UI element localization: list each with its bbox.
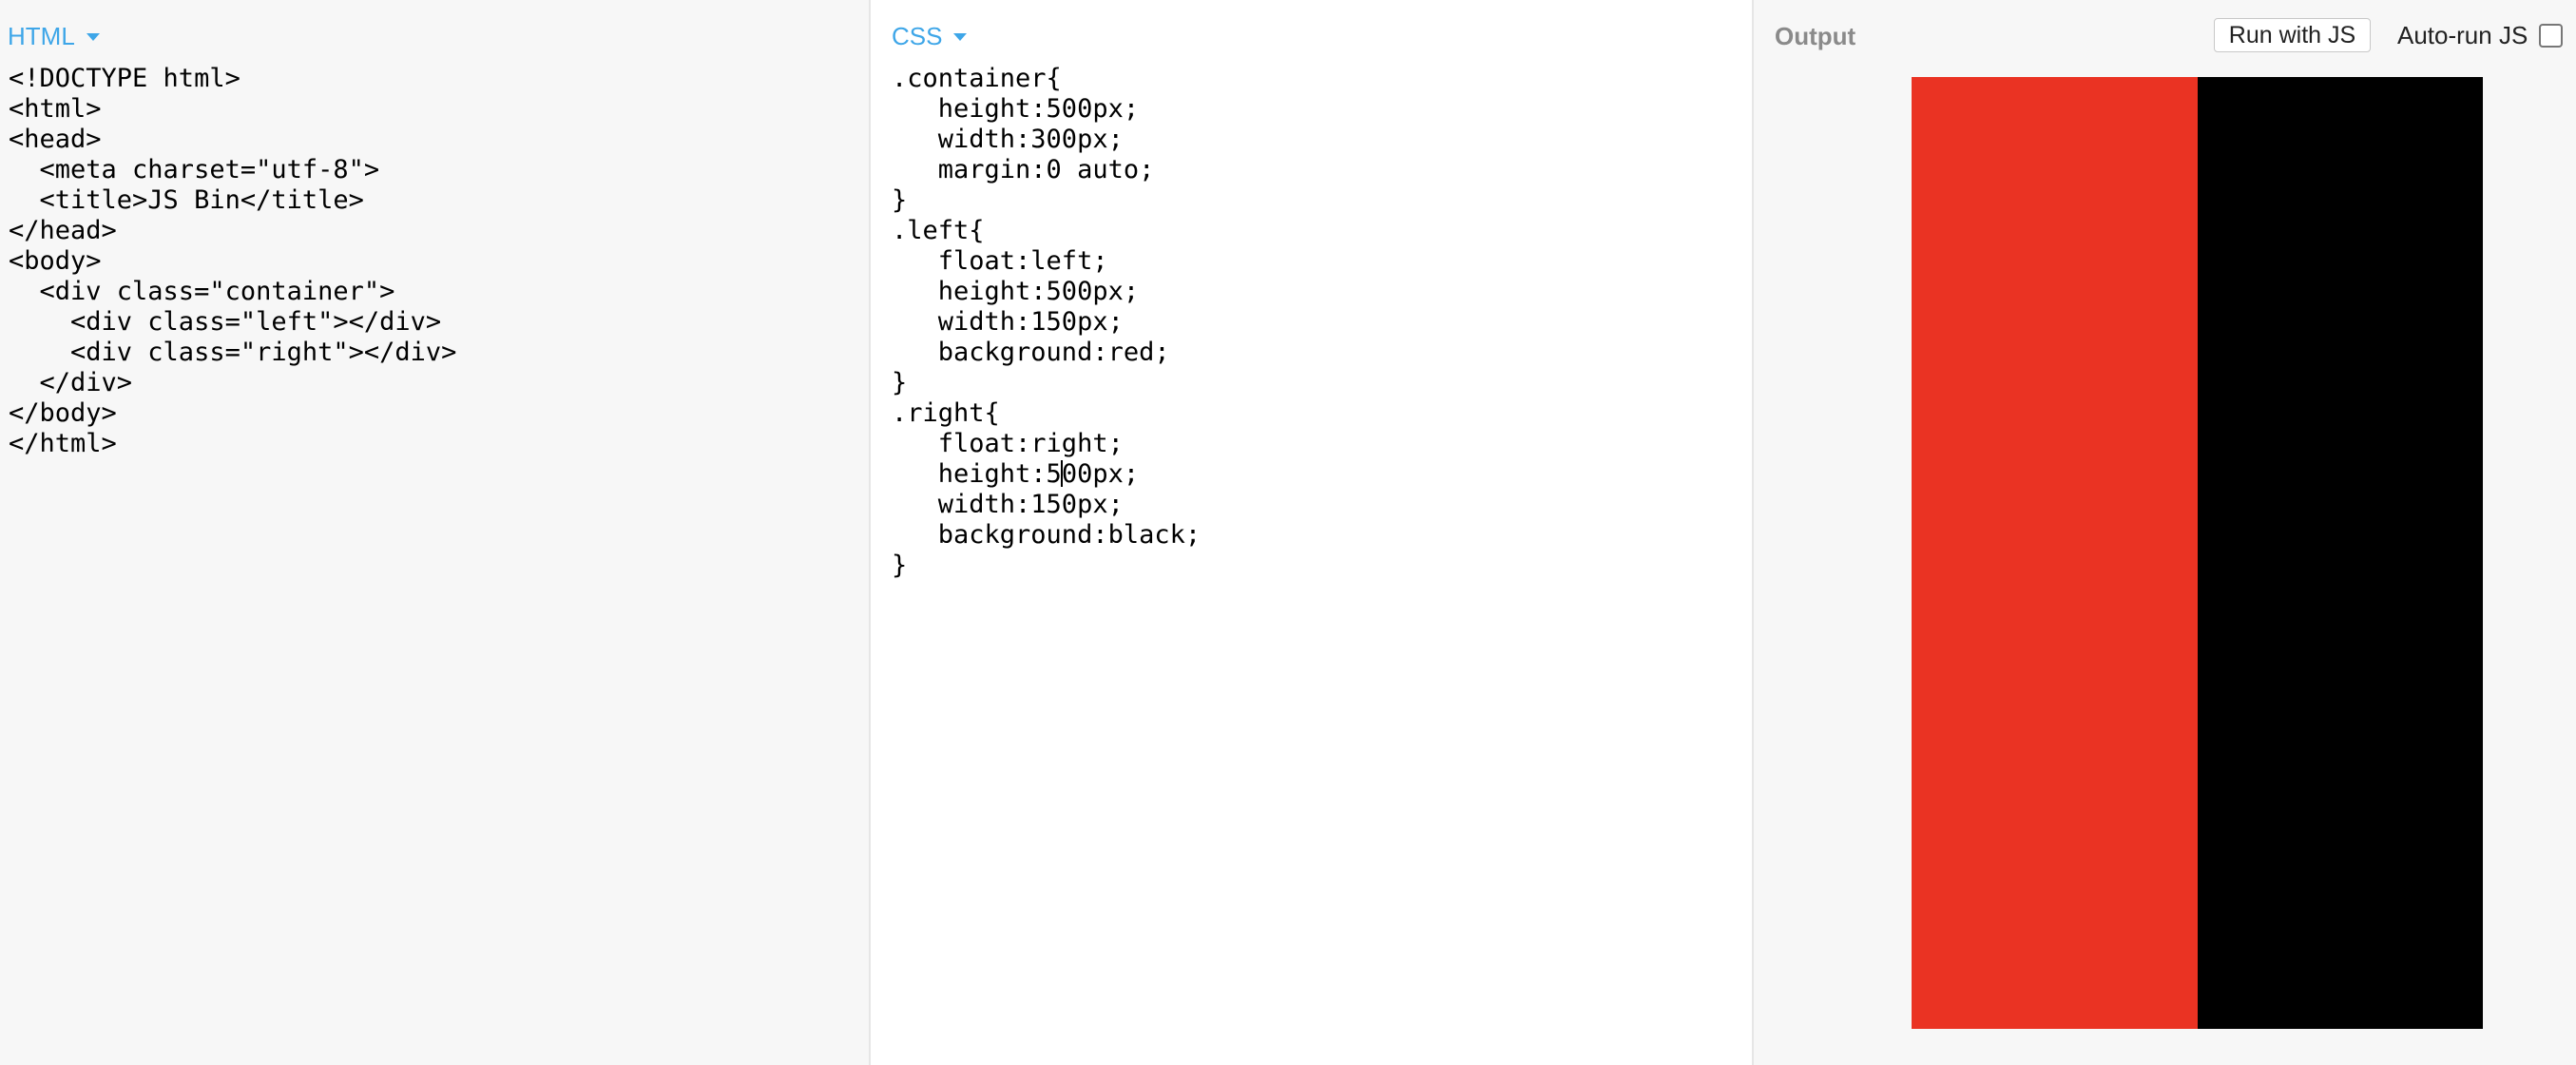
code-line: <div class="right"></div>	[9, 338, 457, 367]
output-preview	[1912, 77, 2483, 1029]
preview-right-block	[2198, 77, 2483, 1029]
code-line: background:black;	[892, 520, 1201, 550]
caret-down-icon	[86, 33, 100, 41]
css-tab[interactable]: CSS	[892, 21, 968, 51]
code-line: .container{	[892, 64, 1062, 93]
code-line: margin:0 auto;	[892, 155, 1155, 184]
code-line: </body>	[9, 398, 117, 428]
output-panel-header: Output	[1775, 19, 1855, 53]
code-text-after-cursor: 00px;	[1061, 459, 1140, 489]
code-line: </div>	[9, 368, 133, 397]
code-line: height:500px;	[892, 94, 1140, 124]
code-line: </head>	[9, 216, 117, 245]
code-line: </html>	[9, 429, 117, 458]
preview-left-block	[1912, 77, 2198, 1029]
html-tab[interactable]: HTML	[8, 22, 100, 51]
code-line-with-cursor: height:500px;	[892, 459, 1201, 490]
css-code-editor[interactable]: .container{ height:500px; width:300px; m…	[892, 64, 1201, 581]
code-line: <!DOCTYPE html>	[9, 64, 240, 93]
code-line: width:150px;	[892, 490, 1124, 519]
css-tab-label: CSS	[892, 21, 943, 50]
code-line: <title>JS Bin</title>	[9, 185, 364, 215]
code-line: .left{	[892, 216, 985, 245]
code-line: background:red;	[892, 338, 1170, 367]
code-line: <meta charset="utf-8">	[9, 155, 380, 184]
code-line: float:left;	[892, 246, 1108, 276]
code-line: }	[892, 368, 908, 397]
code-line: <body>	[9, 246, 102, 276]
code-line: <html>	[9, 94, 102, 124]
code-line: width:300px;	[892, 125, 1124, 154]
code-line: .right{	[892, 398, 1000, 428]
caret-down-icon	[953, 33, 968, 41]
code-line: <head>	[9, 125, 102, 154]
html-panel-header: HTML	[8, 19, 100, 53]
code-line: float:right;	[892, 429, 1124, 458]
run-with-js-button[interactable]: Run with JS	[2214, 18, 2371, 52]
css-panel-header: CSS	[892, 19, 968, 53]
html-code-editor[interactable]: <!DOCTYPE html> <html> <head> <meta charse…	[9, 64, 456, 459]
autorun-label: Auto-run JS	[2397, 20, 2528, 49]
autorun-checkbox[interactable]	[2539, 23, 2564, 48]
code-line: <div class="left"></div>	[9, 307, 442, 337]
code-line: <div class="container">	[9, 277, 395, 306]
code-line: }	[892, 185, 908, 215]
code-line: }	[892, 551, 908, 580]
jsbin-editor: HTML <!DOCTYPE html> <html> <head> <meta c…	[0, 0, 2576, 1065]
code-line: width:150px;	[892, 307, 1124, 337]
css-panel: CSS .container{ height:500px; width:300p…	[871, 0, 1754, 1065]
html-panel: HTML <!DOCTYPE html> <html> <head> <meta c…	[0, 0, 871, 1065]
autorun-control[interactable]: Auto-run JS	[2397, 18, 2564, 52]
output-label: Output	[1775, 21, 1856, 50]
code-text-before-cursor: height:5	[892, 459, 1062, 489]
code-line: height:500px;	[892, 277, 1140, 306]
html-tab-label: HTML	[8, 21, 75, 50]
